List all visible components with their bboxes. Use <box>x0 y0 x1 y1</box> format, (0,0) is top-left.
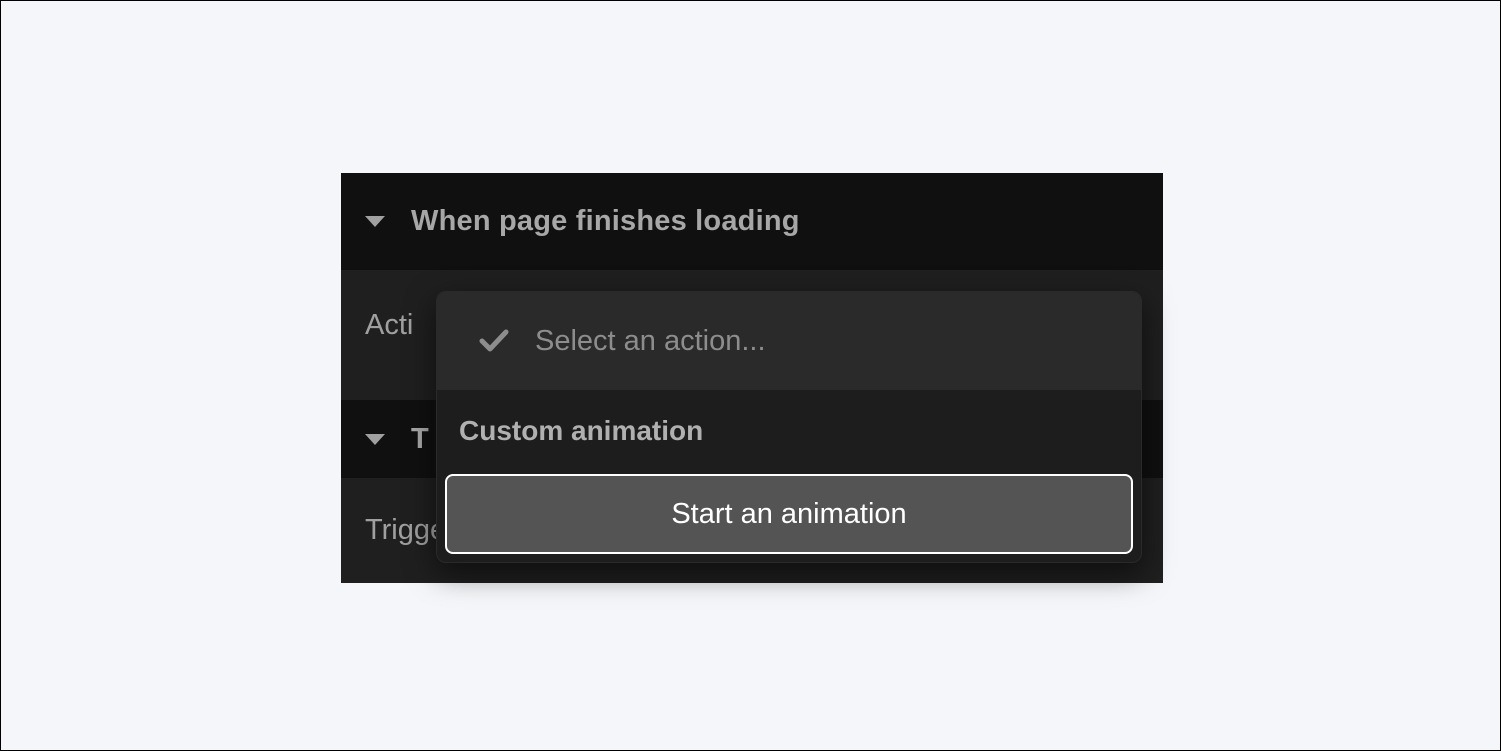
dropdown-group-text: Custom animation <box>459 415 703 447</box>
check-icon <box>479 329 509 353</box>
dropdown-placeholder-text: Select an action... <box>535 325 766 358</box>
dropdown-actions: Start an animation <box>437 472 1141 562</box>
action-dropdown[interactable]: Select an action... Custom animation Sta… <box>436 291 1142 563</box>
section-header-page-load[interactable]: When page finishes loading <box>341 173 1163 270</box>
section-title: T <box>411 423 429 456</box>
dropdown-option-text: Start an animation <box>671 498 906 531</box>
caret-down-icon <box>365 434 385 445</box>
dropdown-option-placeholder[interactable]: Select an action... <box>437 292 1141 390</box>
dropdown-group-label: Custom animation <box>437 390 1141 472</box>
caret-down-icon <box>365 216 385 227</box>
action-label: Acti <box>365 309 413 342</box>
section-title: When page finishes loading <box>411 205 800 238</box>
dropdown-option-start-animation[interactable]: Start an animation <box>445 474 1133 554</box>
